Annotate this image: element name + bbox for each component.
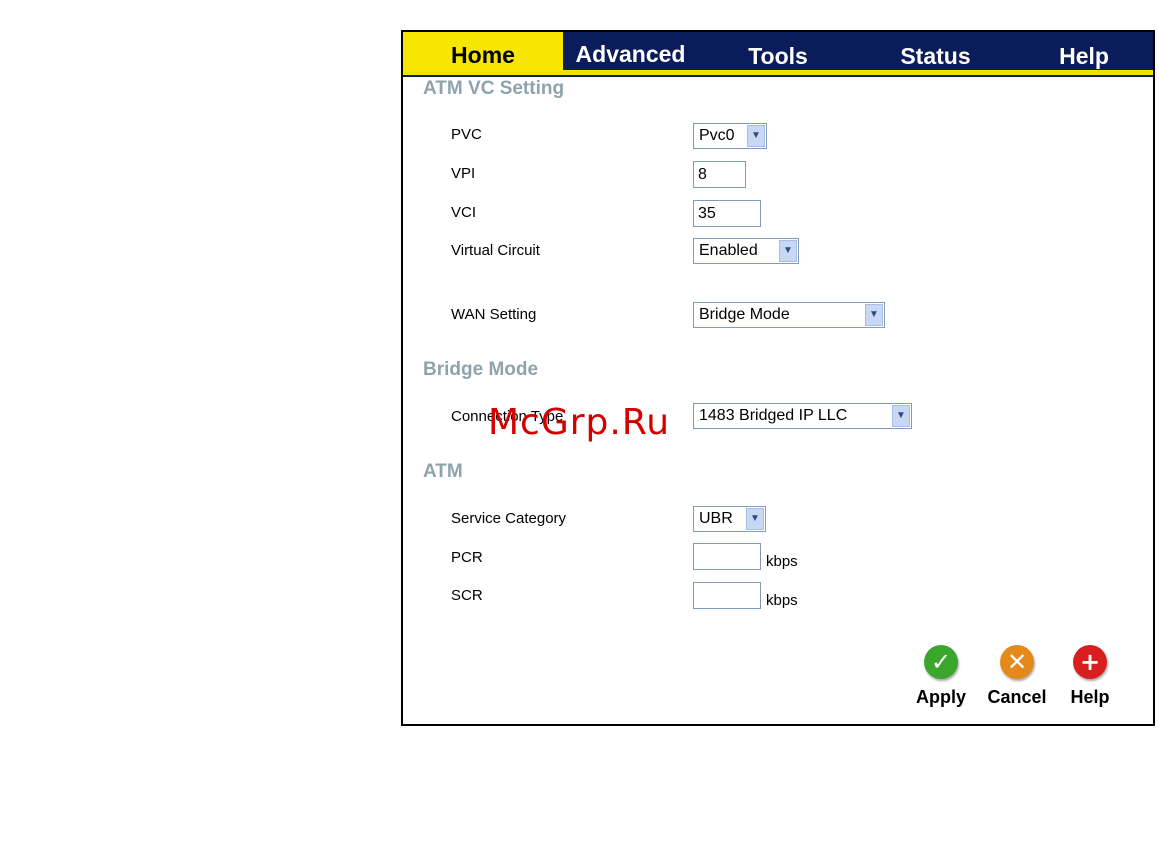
tab-tools[interactable]: Tools	[698, 36, 858, 72]
service-category-field: UBR ▼	[693, 506, 766, 532]
pvc-field: Pvc0 ▼	[693, 123, 767, 149]
vpi-label: VPI	[451, 165, 476, 182]
virtual-circuit-select[interactable]: Enabled ▼	[693, 238, 799, 264]
vci-input[interactable]: 35	[693, 200, 761, 227]
vci-field: 35	[693, 200, 761, 227]
section-bridge-mode: Bridge Mode	[423, 359, 539, 380]
connection-type-value: 1483 Bridged IP LLC	[699, 407, 848, 424]
apply-button[interactable]: ✓ Apply	[909, 645, 973, 708]
section-atm: ATM	[423, 461, 463, 482]
chevron-down-icon[interactable]: ▼	[892, 405, 910, 427]
pvc-value: Pvc0	[699, 127, 735, 144]
virtual-circuit-value: Enabled	[699, 242, 758, 259]
vci-label: VCI	[451, 204, 477, 221]
service-category-value: UBR	[699, 510, 733, 527]
vpi-field: 8	[693, 161, 746, 188]
wan-setting-value: Bridge Mode	[699, 306, 790, 323]
tab-advanced[interactable]: Advanced	[563, 36, 698, 72]
chevron-down-icon[interactable]: ▼	[865, 304, 883, 326]
vpi-input[interactable]: 8	[693, 161, 746, 188]
plus-icon: +	[1073, 645, 1107, 679]
scr-field	[693, 582, 761, 609]
pcr-unit: kbps	[766, 553, 798, 570]
chevron-down-icon[interactable]: ▼	[747, 125, 765, 147]
tab-bar: Home Advanced Tools Status Help	[403, 32, 1153, 77]
wan-setting-field: Bridge Mode ▼	[693, 302, 885, 328]
wan-setting-select[interactable]: Bridge Mode ▼	[693, 302, 885, 328]
virtual-circuit-label: Virtual Circuit	[451, 242, 540, 259]
connection-type-field: 1483 Bridged IP LLC ▼	[693, 403, 912, 429]
router-config-panel: Home Advanced Tools Status Help ATM VC S…	[401, 30, 1155, 726]
tab-status[interactable]: Status	[858, 36, 1013, 72]
cancel-button[interactable]: ✕ Cancel	[985, 645, 1049, 708]
scr-input[interactable]	[693, 582, 761, 609]
service-category-label: Service Category	[451, 510, 567, 527]
help-label: Help	[1070, 687, 1110, 707]
wan-setting-label: WAN Setting	[451, 306, 537, 323]
pcr-field	[693, 543, 761, 570]
chevron-down-icon[interactable]: ▼	[779, 240, 797, 262]
tab-home[interactable]: Home	[403, 32, 563, 72]
help-button[interactable]: + Help	[1058, 645, 1122, 708]
watermark: McGrp.Ru	[488, 402, 671, 443]
connection-type-select[interactable]: 1483 Bridged IP LLC ▼	[693, 403, 912, 429]
scr-label: SCR	[451, 587, 483, 604]
pvc-label: PVC	[451, 126, 482, 143]
chevron-down-icon[interactable]: ▼	[746, 508, 764, 530]
apply-label: Apply	[915, 687, 966, 707]
scr-unit: kbps	[766, 592, 798, 609]
pcr-label: PCR	[451, 549, 483, 566]
pvc-select[interactable]: Pvc0 ▼	[693, 123, 767, 149]
tab-help[interactable]: Help	[1013, 36, 1153, 72]
close-icon: ✕	[1000, 645, 1034, 679]
cancel-label: Cancel	[987, 687, 1047, 707]
pcr-input[interactable]	[693, 543, 761, 570]
section-atm-vc-setting: ATM VC Setting	[423, 78, 565, 99]
checkmark-icon: ✓	[924, 645, 958, 679]
service-category-select[interactable]: UBR ▼	[693, 506, 766, 532]
virtual-circuit-field: Enabled ▼	[693, 238, 799, 264]
